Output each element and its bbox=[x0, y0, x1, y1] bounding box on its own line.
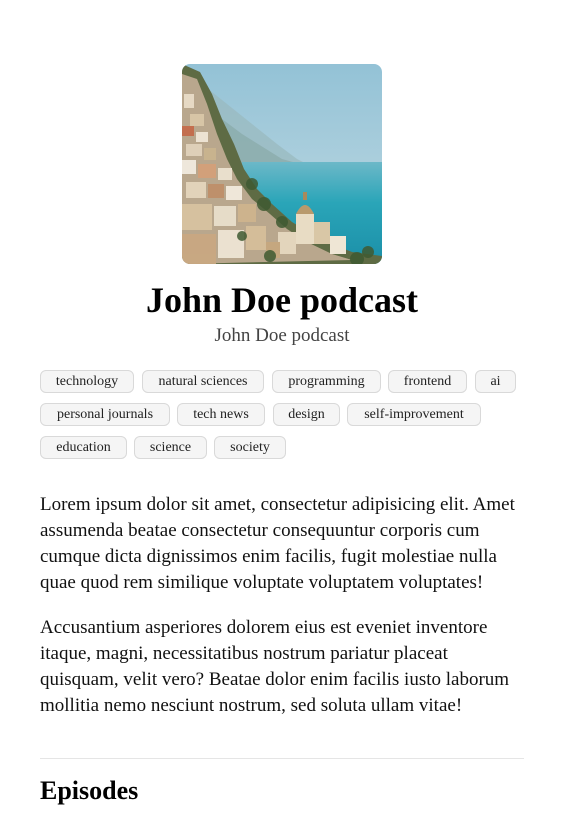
podcast-description-paragraph: Lorem ipsum dolor sit amet, consectetur … bbox=[40, 494, 515, 593]
tag-tech-news[interactable]: tech news bbox=[177, 403, 265, 426]
tag-programming[interactable]: programming bbox=[272, 370, 381, 393]
tag-frontend[interactable]: frontend bbox=[388, 370, 467, 393]
tag-personal-journals[interactable]: personal journals bbox=[40, 403, 170, 426]
tag-technology[interactable]: technology bbox=[40, 370, 134, 393]
tag-education[interactable]: education bbox=[40, 436, 127, 459]
tag-ai[interactable]: ai bbox=[475, 370, 516, 393]
section-divider bbox=[40, 758, 524, 759]
tag-science[interactable]: science bbox=[134, 436, 207, 459]
tag-self-improvement[interactable]: self-improvement bbox=[347, 403, 481, 426]
podcast-description-paragraph: Accusantium asperiores dolorem eius est … bbox=[40, 617, 510, 716]
episodes-heading: Episodes bbox=[40, 776, 139, 805]
tag-natural-sciences[interactable]: natural sciences bbox=[142, 370, 264, 393]
podcast-title: John Doe podcast bbox=[145, 280, 419, 320]
cover-illustration bbox=[182, 64, 382, 264]
tag-design[interactable]: design bbox=[273, 403, 340, 426]
podcast-author: John Doe podcast bbox=[214, 325, 350, 346]
tag-society[interactable]: society bbox=[214, 436, 286, 459]
podcast-cover-image bbox=[182, 64, 382, 264]
